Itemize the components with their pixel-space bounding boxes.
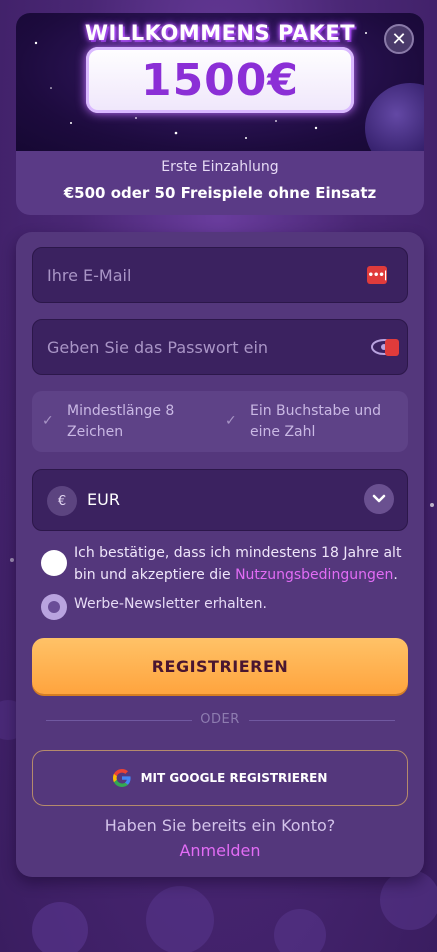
bonus-amount-box: 1500€ — [86, 47, 354, 113]
chevron-down-icon[interactable] — [364, 484, 394, 514]
newsletter-label: Werbe-Newsletter erhalten. — [74, 596, 267, 612]
banner-subtitle: Erste Einzahlung — [161, 159, 279, 175]
check-icon: ✓ — [42, 413, 54, 429]
age-consent-label: Ich bestätige, dass ich mindestens 18 Ja… — [74, 542, 410, 586]
divider-line-right — [249, 720, 395, 721]
bonus-amount: 1500€ — [140, 54, 300, 106]
email-field-wrapper: •••| — [32, 247, 408, 303]
eye-icon[interactable] — [371, 336, 399, 358]
currency-value: EUR — [87, 490, 120, 509]
banner-title: WILLKOMMENS PAKET — [84, 21, 356, 45]
requirement-letter-number: Ein Buchstabe und eine Zahl — [250, 403, 382, 440]
google-register-label: MIT GOOGLE REGISTRIEREN — [140, 771, 328, 785]
check-icon: ✓ — [225, 413, 237, 429]
requirement-length: Mindestlänge 8 Zeichen — [67, 403, 175, 440]
login-question: Haben Sie bereits ein Konto? — [104, 816, 336, 835]
banner-offer: €500 oder 50 Freispiele ohne Einsatz — [63, 184, 377, 202]
welcome-banner: WILLKOMMENS PAKET 1500€ Erste Einzahlung… — [16, 13, 424, 215]
login-link[interactable]: Anmelden — [16, 841, 424, 860]
google-register-button[interactable]: MIT GOOGLE REGISTRIEREN — [32, 750, 408, 806]
newsletter-checkbox[interactable] — [41, 594, 67, 620]
registration-form: •••| ✓ Mindestlänge 8 Zeichen ✓ Ein Buch… — [16, 232, 424, 877]
email-field[interactable] — [33, 248, 407, 302]
password-field-wrapper — [32, 319, 408, 375]
register-button[interactable]: REGISTRIEREN — [32, 638, 408, 694]
currency-select[interactable]: € EUR — [32, 469, 408, 531]
google-icon — [112, 769, 131, 787]
consent-suffix: . — [393, 567, 398, 583]
password-manager-icon[interactable]: •••| — [367, 266, 387, 284]
banner-artwork: WILLKOMMENS PAKET 1500€ — [16, 13, 424, 151]
close-icon[interactable]: ✕ — [384, 24, 414, 54]
password-requirements: ✓ Mindestlänge 8 Zeichen ✓ Ein Buchstabe… — [32, 391, 408, 452]
terms-link[interactable]: Nutzungsbedingungen — [235, 567, 393, 583]
euro-icon: € — [47, 486, 77, 516]
age-consent-checkbox[interactable] — [41, 550, 67, 576]
password-field[interactable] — [33, 320, 407, 374]
